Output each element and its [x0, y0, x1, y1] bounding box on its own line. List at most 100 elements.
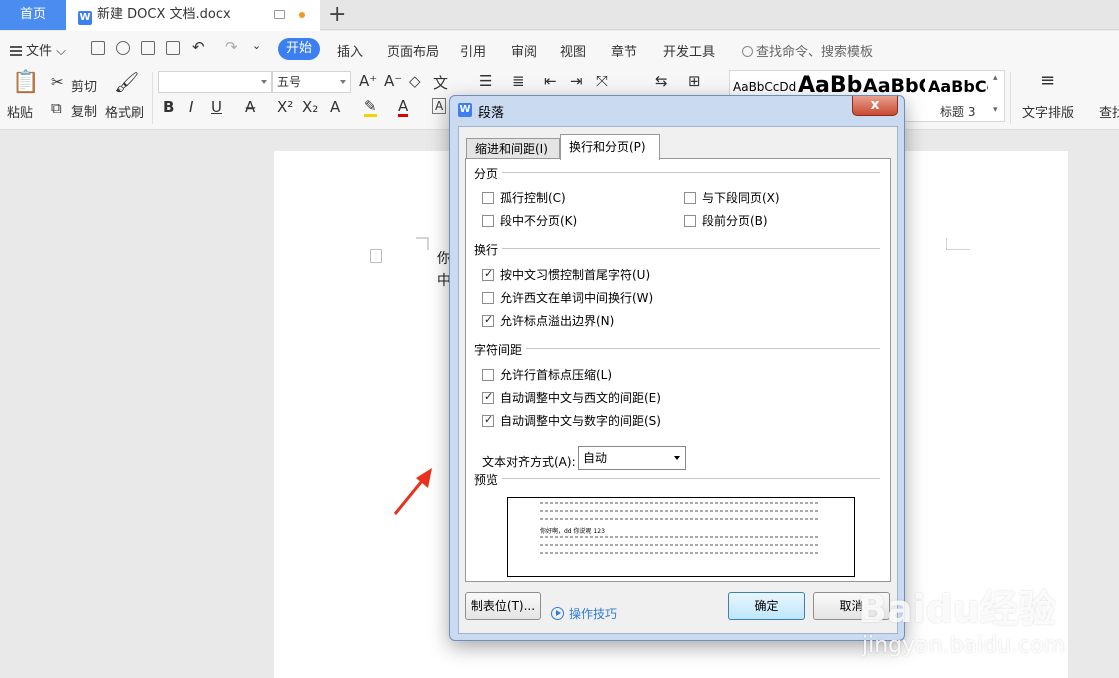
styles-scroll-down-icon[interactable]: ▾	[993, 105, 998, 115]
menu-page-layout[interactable]: 页面布局	[387, 41, 439, 60]
copy-icon[interactable]: ⧉	[51, 99, 62, 117]
style-heading-3[interactable]: AaBbCc	[928, 77, 988, 96]
menu-insert[interactable]: 插入	[337, 41, 363, 60]
grow-font-icon[interactable]: A⁺	[359, 72, 377, 90]
checkbox-box	[482, 369, 494, 381]
menu-view[interactable]: 视图	[560, 41, 586, 60]
menu-references[interactable]: 引用	[460, 41, 486, 60]
checkbox-box	[482, 390, 494, 404]
paste-icon[interactable]: 📋	[12, 70, 39, 95]
text-layout-icon[interactable]: ≡	[1040, 70, 1055, 91]
decrease-indent-icon[interactable]: ⇤	[544, 72, 557, 90]
checkbox-box	[482, 267, 494, 281]
font-name-combo[interactable]	[158, 71, 272, 93]
auto-space-digit-label: 自动调整中文与数字的间距(S)	[500, 414, 661, 428]
style-heading-2[interactable]: AaBbC	[863, 75, 925, 97]
tips-link[interactable]: 操作技巧	[551, 605, 617, 622]
keep-lines-together-checkbox[interactable]: 段中不分页(K)	[482, 212, 577, 229]
clear-format-icon[interactable]: ◇	[409, 72, 421, 90]
menu-start[interactable]: 开始	[278, 38, 320, 60]
text-align-select[interactable]: 自动	[578, 446, 686, 470]
menu-review[interactable]: 审阅	[511, 41, 537, 60]
close-button[interactable]: x	[852, 96, 898, 116]
print-icon[interactable]	[141, 41, 155, 55]
subscript-icon[interactable]: X₂	[302, 98, 318, 116]
format-painter-button[interactable]: 格式刷	[105, 102, 144, 121]
keep-with-next-checkbox[interactable]: 与下段同页(X)	[684, 189, 780, 206]
font-color-icon[interactable]: A	[398, 98, 409, 117]
compress-punct-checkbox[interactable]: 允许行首标点压缩(L)	[482, 366, 612, 383]
font-size-combo[interactable]: 五号	[272, 71, 351, 93]
char-border-icon[interactable]: A	[432, 98, 447, 114]
window-icon[interactable]	[274, 10, 285, 19]
save-icon[interactable]	[91, 41, 105, 55]
bold-button[interactable]: B	[163, 98, 174, 116]
preview-prev-line	[540, 502, 820, 504]
allow-latin-wrap-checkbox[interactable]: 允许西文在单词中间换行(W)	[482, 289, 653, 306]
italic-button[interactable]: I	[189, 98, 193, 116]
ruler-icon[interactable]: ⊞	[688, 72, 701, 90]
chinese-rules-label: 按中文习惯控制首尾字符(U)	[500, 268, 651, 282]
increase-indent-icon[interactable]: ⇥	[570, 72, 583, 90]
numbering-icon[interactable]: ≣	[512, 72, 525, 90]
tab-line-page-breaks[interactable]: 换行和分页(P)	[560, 134, 660, 160]
copy-button[interactable]: 复制	[71, 101, 97, 120]
checkbox-box	[684, 192, 696, 204]
text-effect-icon[interactable]: A	[330, 98, 340, 116]
paragraph-preview: 你好啊，dd 你说呢 123	[507, 497, 855, 577]
format-painter-icon[interactable]: 🖌	[114, 70, 139, 94]
shrink-font-icon[interactable]: A⁻	[384, 72, 402, 90]
menu-developer[interactable]: 开发工具	[663, 41, 715, 60]
tabs-button[interactable]: 制表位(T)...	[465, 592, 541, 620]
command-search[interactable]: 查找命令、搜索模板	[742, 41, 873, 60]
print-preview-icon[interactable]	[166, 41, 180, 55]
text-direction-icon[interactable]: ⇆	[655, 72, 668, 90]
new-tab-button[interactable]: +	[328, 2, 346, 28]
export-icon[interactable]	[116, 41, 130, 55]
auto-space-latin-checkbox[interactable]: 自动调整中文与西文的间距(E)	[482, 389, 661, 406]
dialog-title-bar[interactable]: W 段落 x	[450, 96, 904, 124]
bullets-icon[interactable]: ☰	[479, 72, 492, 90]
tab-indent-spacing[interactable]: 缩进和间距(I)	[466, 138, 560, 160]
widow-control-checkbox[interactable]: 孤行控制(C)	[482, 189, 566, 206]
writer-icon: W	[458, 103, 472, 117]
page-break-before-checkbox[interactable]: 段前分页(B)	[684, 212, 768, 229]
preview-sample-text: 你好啊，dd 你说呢 123	[540, 528, 605, 535]
page-break-before-label: 段前分页(B)	[702, 214, 768, 228]
highlight-icon[interactable]: ✎	[364, 98, 377, 117]
paste-button[interactable]: 粘贴	[7, 102, 33, 121]
paragraph-handle-icon[interactable]	[370, 249, 382, 263]
tab-home[interactable]: 首页	[0, 0, 66, 30]
underline-button[interactable]: U	[211, 98, 222, 116]
superscript-icon[interactable]: X²	[277, 98, 293, 116]
file-menu[interactable]: 文件 ⌵	[10, 40, 66, 59]
allow-punct-overflow-checkbox[interactable]: 允许标点溢出边界(N)	[482, 312, 614, 329]
find-button[interactable]: 查找	[1099, 102, 1119, 121]
chinese-rules-checkbox[interactable]: 按中文习惯控制首尾字符(U)	[482, 266, 650, 283]
strikethrough-icon[interactable]: A̶	[245, 98, 255, 116]
tab-document[interactable]: W 新建 DOCX 文档.docx	[66, 0, 320, 31]
cut-button[interactable]: 剪切	[71, 76, 97, 95]
checkbox-box	[482, 215, 494, 227]
pinyin-icon[interactable]: 文	[433, 72, 448, 93]
dialog-title: 段落	[478, 106, 505, 121]
writer-icon: W	[78, 11, 92, 25]
undo-icon[interactable]: ↶	[192, 38, 205, 56]
cut-icon[interactable]: ✂	[51, 73, 64, 91]
checkbox-box	[482, 192, 494, 204]
preview-next-line	[540, 544, 820, 546]
baidu-watermark-url: jingyan.baidu.com	[862, 633, 1066, 658]
chevron-down-icon	[674, 456, 680, 460]
menu-chapter[interactable]: 章节	[611, 41, 637, 60]
style-normal[interactable]: AaBbCcDd	[733, 80, 796, 94]
ok-button[interactable]: 确定	[728, 592, 805, 620]
document-tab-title: 新建 DOCX 文档.docx	[97, 7, 231, 22]
text-layout-button[interactable]: 文字排版	[1022, 102, 1074, 121]
styles-scroll-up-icon[interactable]: ▴	[993, 73, 998, 83]
unsaved-dot-icon	[299, 12, 305, 18]
auto-space-digit-checkbox[interactable]: 自动调整中文与数字的间距(S)	[482, 412, 661, 429]
preview-prev-line	[540, 518, 820, 520]
chinese-layout-icon[interactable]: ⤧	[596, 72, 608, 90]
customize-icon[interactable]: ⌄	[252, 39, 261, 52]
redo-icon[interactable]: ↷	[225, 38, 238, 56]
